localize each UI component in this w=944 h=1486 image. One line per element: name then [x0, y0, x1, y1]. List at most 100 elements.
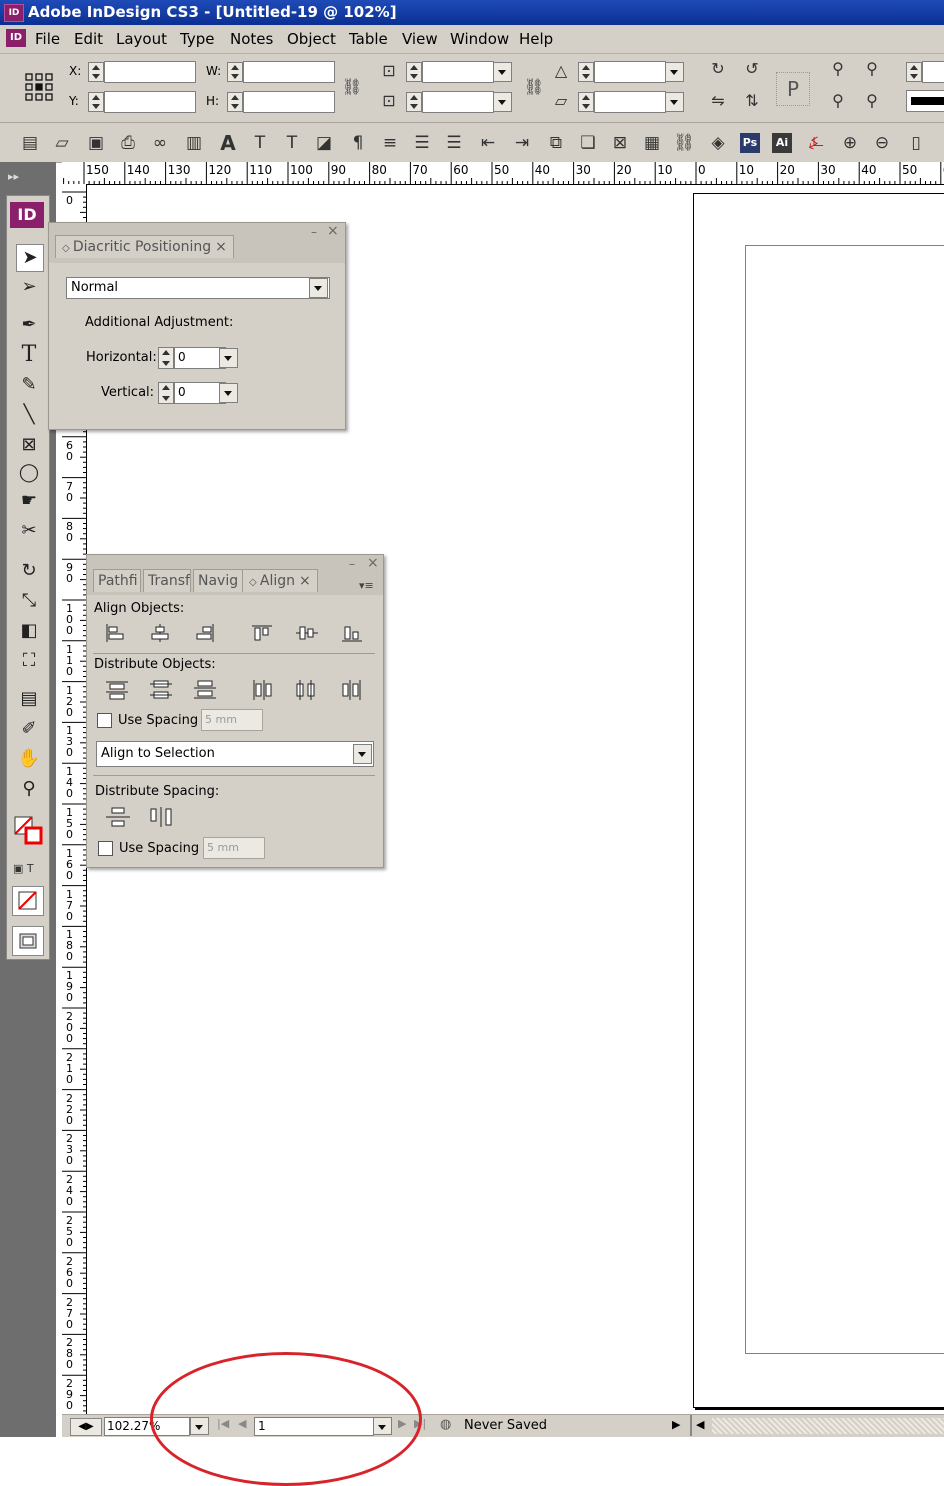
shear-stepper[interactable] — [578, 92, 594, 112]
menu-notes[interactable]: Notes — [230, 30, 273, 48]
menu-object[interactable]: Object — [287, 30, 336, 48]
minimize-align-panel-icon[interactable]: – — [349, 557, 355, 571]
character-icon[interactable]: A — [216, 131, 240, 155]
illustrator-icon[interactable]: Ai — [772, 133, 792, 153]
spacing-field-2[interactable]: 5 mm — [203, 837, 265, 859]
superscript-icon[interactable]: T — [248, 131, 272, 155]
formatting-affects-container-icon[interactable]: ▣ T — [13, 862, 34, 875]
h-field[interactable] — [243, 91, 335, 113]
new-document-icon[interactable]: ▤ — [18, 131, 42, 155]
use-spacing-checkbox-2[interactable] — [98, 841, 113, 856]
expand-dock-icon[interactable]: ▸▸ — [8, 170, 19, 183]
fill-stroke-swatch-icon[interactable] — [14, 816, 44, 846]
scale-tool-icon[interactable]: ⤡ — [16, 588, 42, 614]
zoom-out-icon[interactable]: ⊖ — [870, 131, 894, 155]
menu-file[interactable]: File — [35, 30, 60, 48]
rotate-stepper[interactable] — [578, 62, 594, 82]
note-tool-icon[interactable]: ▤ — [16, 686, 42, 712]
align-bottom-edges-icon[interactable] — [341, 623, 363, 646]
x-field[interactable] — [104, 61, 196, 83]
select-previous-object-icon[interactable]: ⚲ — [860, 58, 884, 82]
scroll-left-icon[interactable]: ◀ — [696, 1418, 704, 1431]
pencil-tool-icon[interactable]: ✎ — [16, 372, 42, 398]
tab-navigator[interactable]: Navig — [193, 569, 243, 592]
rotate-dropdown[interactable] — [665, 62, 684, 82]
align-left-icon[interactable]: ≡ — [378, 131, 402, 155]
ellipse-tool-icon[interactable]: ◯ — [16, 460, 42, 486]
use-spacing-checkbox[interactable] — [97, 713, 112, 728]
bulleted-list-icon[interactable]: ☰ — [410, 131, 434, 155]
open-folder-icon[interactable]: ▱ — [50, 131, 74, 155]
fit-content-icon[interactable]: ⊠ — [608, 131, 632, 155]
menu-view[interactable]: View — [402, 30, 438, 48]
select-container-icon[interactable]: ⚲ — [826, 58, 850, 82]
menu-table[interactable]: Table — [349, 30, 388, 48]
button-tool-icon[interactable]: ☛ — [16, 488, 42, 514]
screen-mode-icon[interactable] — [12, 926, 44, 956]
spacing-field[interactable]: 5 mm — [201, 709, 263, 731]
tab-align[interactable]: ◇ Align × — [242, 569, 318, 592]
numbered-list-icon[interactable]: ☰ — [442, 131, 466, 155]
align-vertical-centers-icon[interactable] — [295, 623, 319, 646]
distribute-bottom-edges-icon[interactable] — [193, 679, 217, 704]
place-icon[interactable]: ⧉ — [544, 131, 568, 155]
distribute-left-edges-icon[interactable] — [251, 679, 273, 704]
rotate-field[interactable] — [594, 61, 666, 83]
horizontal-scrollbar[interactable] — [712, 1418, 944, 1434]
close-panel-icon[interactable]: × — [327, 223, 339, 239]
page-icon[interactable]: ▯ — [904, 131, 928, 155]
stroke-weight-stepper[interactable] — [906, 62, 922, 82]
diacritic-mode-select[interactable]: Normal — [66, 277, 330, 299]
gradient-tool-icon[interactable]: ◧ — [16, 618, 42, 644]
constrain-scale-icon[interactable]: ⛓ — [522, 76, 546, 100]
links-icon[interactable]: ⛓ — [672, 131, 696, 155]
flip-vertical-icon[interactable]: ⇅ — [740, 90, 764, 114]
select-content-icon[interactable]: ⚲ — [826, 90, 850, 114]
menu-window[interactable]: Window — [450, 30, 509, 48]
pen-tool-icon[interactable]: ✒ — [16, 312, 42, 338]
align-left-edges-icon[interactable] — [105, 623, 127, 646]
shear-field[interactable] — [594, 91, 666, 113]
y-stepper[interactable] — [88, 92, 104, 112]
distribute-horizontal-centers-icon[interactable] — [295, 679, 317, 704]
chevron-down-icon[interactable] — [353, 744, 372, 764]
distribute-right-edges-icon[interactable] — [341, 679, 363, 704]
tab-close-icon[interactable]: × — [215, 239, 227, 255]
rotate-ccw-icon[interactable]: ↺ — [740, 58, 764, 82]
stroke-type-field[interactable] — [906, 90, 944, 112]
zoom-in-icon[interactable]: ⊕ — [838, 131, 862, 155]
minimize-panel-icon[interactable]: – — [311, 225, 317, 239]
type-tool-icon[interactable]: T — [16, 342, 42, 368]
status-menu-icon[interactable]: ▶ — [672, 1418, 680, 1431]
tab-transform[interactable]: Transf — [143, 569, 191, 592]
subscript-icon[interactable]: T — [280, 131, 304, 155]
save-icon[interactable]: ▣ — [84, 131, 108, 155]
eyedropper-tool-icon[interactable]: ✐ — [16, 716, 42, 742]
copy-icon[interactable]: ❏ — [576, 131, 600, 155]
menu-type[interactable]: Type — [180, 30, 214, 48]
decrease-indent-icon[interactable]: ⇤ — [476, 131, 500, 155]
w-field[interactable] — [243, 61, 335, 83]
line-tool-icon[interactable]: ╲ — [16, 402, 42, 428]
table-icon[interactable]: ▦ — [640, 131, 664, 155]
bridge-icon[interactable]: ◈ — [706, 131, 730, 155]
menu-edit[interactable]: Edit — [74, 30, 103, 48]
align-right-edges-icon[interactable] — [193, 623, 215, 646]
text-frame-options-icon[interactable]: ◪ — [312, 131, 336, 155]
scale-y-field[interactable] — [422, 91, 494, 113]
menu-help[interactable]: Help — [519, 30, 553, 48]
stroke-weight-field[interactable] — [922, 61, 944, 83]
free-transform-tool-icon[interactable]: ⛶ — [16, 648, 42, 674]
hand-tool-icon[interactable]: ✋ — [16, 746, 42, 772]
direct-selection-tool-icon[interactable]: ➢ — [16, 274, 42, 300]
h-stepper[interactable] — [227, 92, 243, 112]
scale-x-field[interactable] — [422, 61, 494, 83]
rectangle-frame-tool-icon[interactable]: ⊠ — [16, 432, 42, 458]
scale-x-stepper[interactable] — [406, 62, 422, 82]
indesign-logo-icon[interactable]: ID — [6, 29, 26, 47]
vertical-dropdown[interactable] — [219, 383, 238, 403]
reference-point-proxy-icon[interactable] — [24, 72, 54, 102]
close-align-panel-icon[interactable]: × — [367, 555, 379, 571]
panel-menu-icon[interactable]: ▾≡ — [359, 579, 374, 592]
constrain-proportions-icon[interactable]: ⛓ — [340, 76, 364, 100]
